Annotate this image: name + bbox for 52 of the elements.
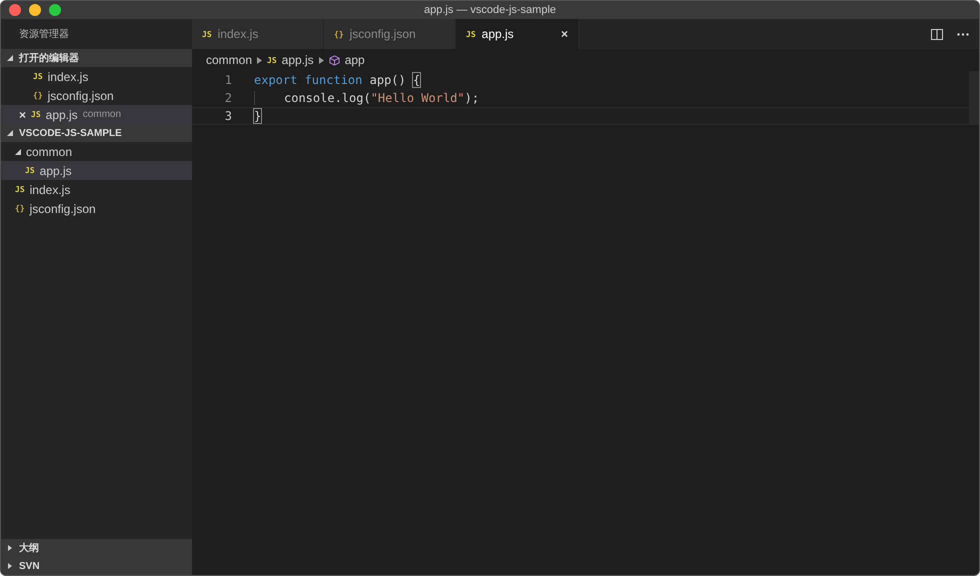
maximize-window-button[interactable] bbox=[49, 4, 61, 16]
window-title: app.js — vscode-js-sample bbox=[424, 4, 556, 16]
line-number: 1 bbox=[224, 73, 232, 87]
file-tree-item[interactable]: JS app.js bbox=[1, 161, 192, 180]
file-type-icon: {} bbox=[33, 91, 43, 100]
file-type-icon: JS bbox=[466, 30, 476, 38]
split-editor-icon[interactable] bbox=[931, 28, 943, 40]
close-icon[interactable]: × bbox=[19, 108, 26, 122]
open-editor-item[interactable]: JS index.js bbox=[1, 67, 192, 86]
file-type-icon: JS bbox=[15, 185, 25, 194]
editor-tab[interactable]: {} jsconfig.json bbox=[324, 19, 456, 49]
file-tree-item[interactable]: JS index.js bbox=[1, 180, 192, 199]
chevron-icon bbox=[318, 56, 324, 64]
chevron-icon[interactable] bbox=[7, 563, 13, 569]
section-header[interactable]: 大纲 bbox=[1, 539, 192, 557]
breadcrumb-item[interactable]: common bbox=[206, 53, 252, 67]
close-window-button[interactable] bbox=[9, 4, 21, 16]
file-tree-item[interactable]: common bbox=[1, 142, 192, 161]
chevron-icon[interactable] bbox=[7, 55, 13, 61]
file-tree-item[interactable]: {} jsconfig.json bbox=[1, 199, 192, 218]
line-number: 3 bbox=[224, 109, 232, 123]
chevron-icon[interactable] bbox=[7, 545, 13, 551]
cube-icon bbox=[328, 54, 340, 66]
more-actions-icon[interactable] bbox=[957, 32, 969, 36]
breadcrumb-item[interactable]: app bbox=[344, 53, 365, 67]
minimize-window-button[interactable] bbox=[29, 4, 41, 16]
chevron-icon[interactable] bbox=[7, 130, 13, 136]
section-header[interactable]: SVN bbox=[1, 557, 192, 575]
editor-tab[interactable]: JS index.js bbox=[192, 19, 324, 49]
file-type-icon: JS bbox=[25, 166, 35, 175]
folder-hint: common bbox=[82, 109, 122, 120]
line-number: 2 bbox=[224, 91, 232, 105]
file-type-icon: JS bbox=[267, 56, 277, 64]
chevron-icon[interactable] bbox=[15, 148, 21, 154]
code-line: } bbox=[254, 109, 262, 123]
file-type-icon: JS bbox=[33, 72, 43, 81]
close-icon[interactable]: × bbox=[560, 27, 568, 41]
editor-tab[interactable]: JS app.js × bbox=[456, 19, 579, 49]
file-type-icon: {} bbox=[334, 30, 344, 38]
file-type-icon: {} bbox=[15, 204, 25, 213]
scrollbar[interactable] bbox=[969, 71, 979, 125]
section-header[interactable]: 打开的编辑器 bbox=[1, 49, 192, 67]
breadcrumb-item[interactable]: app.js bbox=[282, 53, 314, 67]
open-editor-item[interactable]: × JS app.js common bbox=[1, 105, 192, 124]
file-type-icon: JS bbox=[31, 110, 41, 119]
code-line: console.log("Hello World"); bbox=[254, 91, 480, 105]
code-line: export function app() { bbox=[254, 73, 420, 87]
section-header[interactable]: VSCODE-JS-SAMPLE bbox=[1, 124, 192, 142]
sidebar-title: 资源管理器 bbox=[18, 28, 70, 42]
file-type-icon: JS bbox=[202, 30, 212, 38]
chevron-icon bbox=[257, 56, 262, 64]
open-editor-item[interactable]: {} jsconfig.json bbox=[1, 86, 192, 105]
